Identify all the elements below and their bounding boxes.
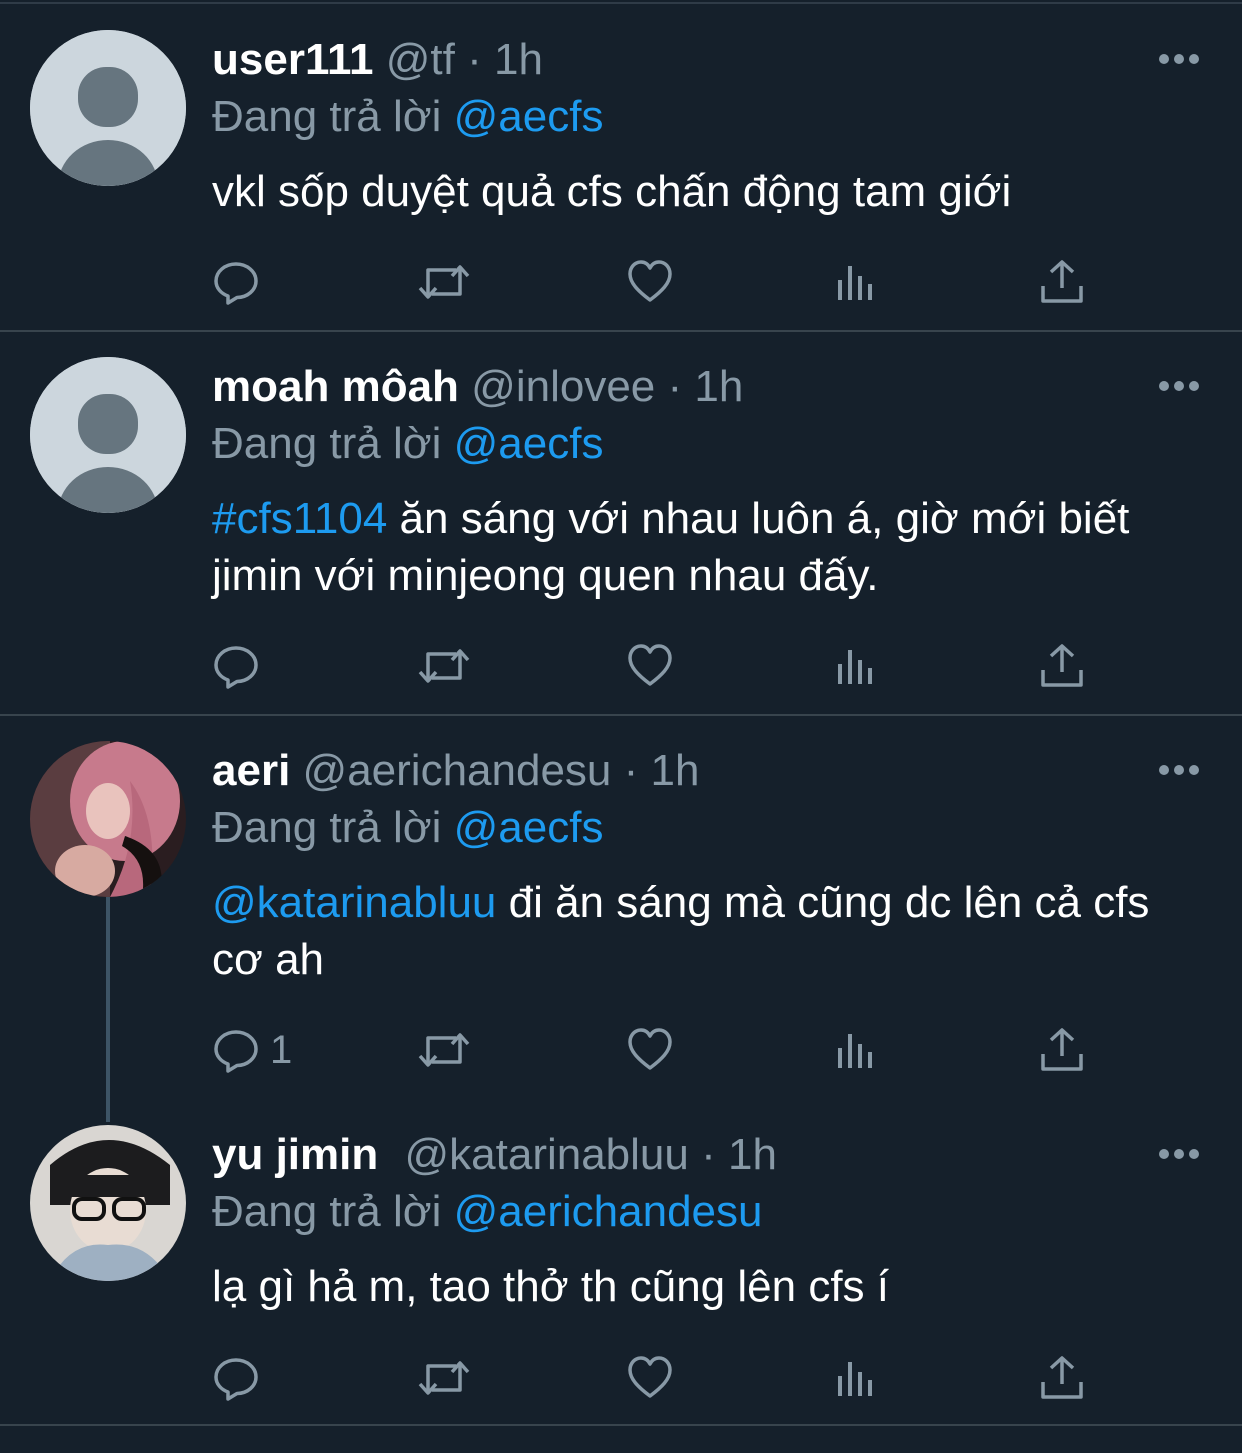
reply-button[interactable] (212, 1352, 270, 1404)
reply-icon (212, 258, 260, 306)
retweet-button[interactable] (416, 1024, 472, 1076)
replying-label: Đang trả lời (212, 92, 442, 141)
separator: · (701, 1130, 716, 1179)
more-icon[interactable] (1158, 764, 1200, 776)
views-icon (832, 642, 880, 690)
handle[interactable]: @katarinabluu (404, 1130, 688, 1179)
reply-to-handle[interactable]: @aerichandesu (454, 1187, 763, 1236)
divider (0, 714, 1242, 716)
action-bar (212, 1352, 1112, 1404)
timestamp[interactable]: 1h (694, 362, 743, 411)
share-icon (1038, 642, 1086, 690)
reply-to-handle[interactable]: @aecfs (454, 92, 604, 141)
reply-button[interactable] (212, 640, 270, 692)
share-icon (1038, 1354, 1086, 1402)
default-avatar[interactable] (30, 357, 186, 513)
hashtag-link[interactable]: #cfs1104 (212, 494, 387, 543)
tweet-header: moah môah @inlovee · 1h (212, 359, 743, 415)
like-button[interactable] (626, 1352, 674, 1404)
reply-icon (212, 642, 260, 690)
views-button[interactable] (832, 256, 880, 308)
views-icon (832, 1026, 880, 1074)
share-button[interactable] (1038, 640, 1086, 692)
tweet-text: #cfs1104 ăn sáng với nhau luôn á, giờ mớ… (212, 490, 1202, 604)
more-icon[interactable] (1158, 1148, 1200, 1160)
reply-button[interactable] (212, 256, 270, 308)
views-icon (832, 258, 880, 306)
replying-label: Đang trả lời (212, 803, 442, 852)
replying-to: Đang trả lời @aecfs (212, 416, 603, 472)
share-button[interactable] (1038, 1352, 1086, 1404)
reply-to-handle[interactable]: @aecfs (454, 419, 604, 468)
tweet-text: lạ gì hả m, tao thở th cũng lên cfs í (212, 1258, 1202, 1315)
retweet-button[interactable] (416, 1352, 472, 1404)
timestamp[interactable]: 1h (651, 746, 700, 795)
replying-to: Đang trả lời @aecfs (212, 800, 603, 856)
tweet-header: yu jimin @katarinabluu · 1h (212, 1127, 777, 1183)
reply-icon (212, 1354, 260, 1402)
reply-button[interactable]: 1 (212, 1024, 292, 1076)
tweet-body: vkl sốp duyệt quả cfs chấn động tam giới (212, 167, 1012, 216)
reply-count: 1 (270, 1027, 293, 1072)
display-name[interactable]: aeri (212, 746, 290, 795)
photo-avatar-glasses[interactable] (30, 1125, 186, 1281)
like-icon (626, 1026, 674, 1074)
views-button[interactable] (832, 640, 880, 692)
tweet-text: @katarinabluu đi ăn sáng mà cũng dc lên … (212, 874, 1202, 988)
separator: · (667, 362, 683, 411)
action-bar (212, 256, 1112, 308)
action-bar (212, 640, 1112, 692)
like-button[interactable] (626, 256, 674, 308)
handle[interactable]: @inlovee (471, 362, 655, 411)
tweet-body: lạ gì hả m, tao thở th cũng lên cfs í (212, 1262, 889, 1311)
action-bar: 1 (212, 1024, 1112, 1076)
timestamp[interactable]: 1h (494, 35, 543, 84)
photo-avatar-pink-hair[interactable] (30, 741, 186, 897)
views-button[interactable] (832, 1352, 880, 1404)
tweet-thread: user111 @tf · 1h Đang trả lời @aecfs vkl… (0, 0, 1242, 1453)
more-icon[interactable] (1158, 380, 1200, 392)
tweet-header: aeri @aerichandesu · 1h (212, 743, 699, 799)
share-button[interactable] (1038, 1024, 1086, 1076)
like-icon (626, 258, 674, 306)
reply-icon (212, 1026, 260, 1074)
tweet-text: vkl sốp duyệt quả cfs chấn động tam giới (212, 163, 1202, 220)
like-icon (626, 1354, 674, 1402)
views-button[interactable] (832, 1024, 880, 1076)
like-button[interactable] (626, 1024, 674, 1076)
like-button[interactable] (626, 640, 674, 692)
handle[interactable]: @aerichandesu (303, 746, 612, 795)
handle[interactable]: @tf (386, 35, 455, 84)
retweet-icon (416, 258, 472, 306)
retweet-icon (416, 1026, 472, 1074)
replying-label: Đang trả lời (212, 419, 442, 468)
display-name[interactable]: moah môah (212, 362, 459, 411)
share-icon (1038, 258, 1086, 306)
reply-to-handle[interactable]: @aecfs (454, 803, 604, 852)
mention-link[interactable]: @katarinabluu (212, 878, 496, 927)
retweet-button[interactable] (416, 256, 472, 308)
divider (0, 1424, 1242, 1426)
separator: · (623, 746, 639, 795)
views-icon (832, 1354, 880, 1402)
like-icon (626, 642, 674, 690)
replying-to: Đang trả lời @aerichandesu (212, 1184, 762, 1240)
retweet-icon (416, 1354, 472, 1402)
tweet-header: user111 @tf · 1h (212, 32, 543, 88)
replying-label: Đang trả lời (212, 1187, 442, 1236)
divider (0, 330, 1242, 332)
separator: · (467, 35, 482, 84)
thread-line (106, 897, 110, 1122)
display-name[interactable]: user111 (212, 35, 374, 84)
timestamp[interactable]: 1h (728, 1130, 777, 1179)
replying-to: Đang trả lời @aecfs (212, 89, 603, 145)
default-avatar[interactable] (30, 30, 186, 186)
share-icon (1038, 1026, 1086, 1074)
more-icon[interactable] (1158, 53, 1200, 65)
share-button[interactable] (1038, 256, 1086, 308)
retweet-icon (416, 642, 472, 690)
retweet-button[interactable] (416, 640, 472, 692)
top-divider (0, 2, 1242, 4)
display-name[interactable]: yu jimin (212, 1130, 378, 1179)
